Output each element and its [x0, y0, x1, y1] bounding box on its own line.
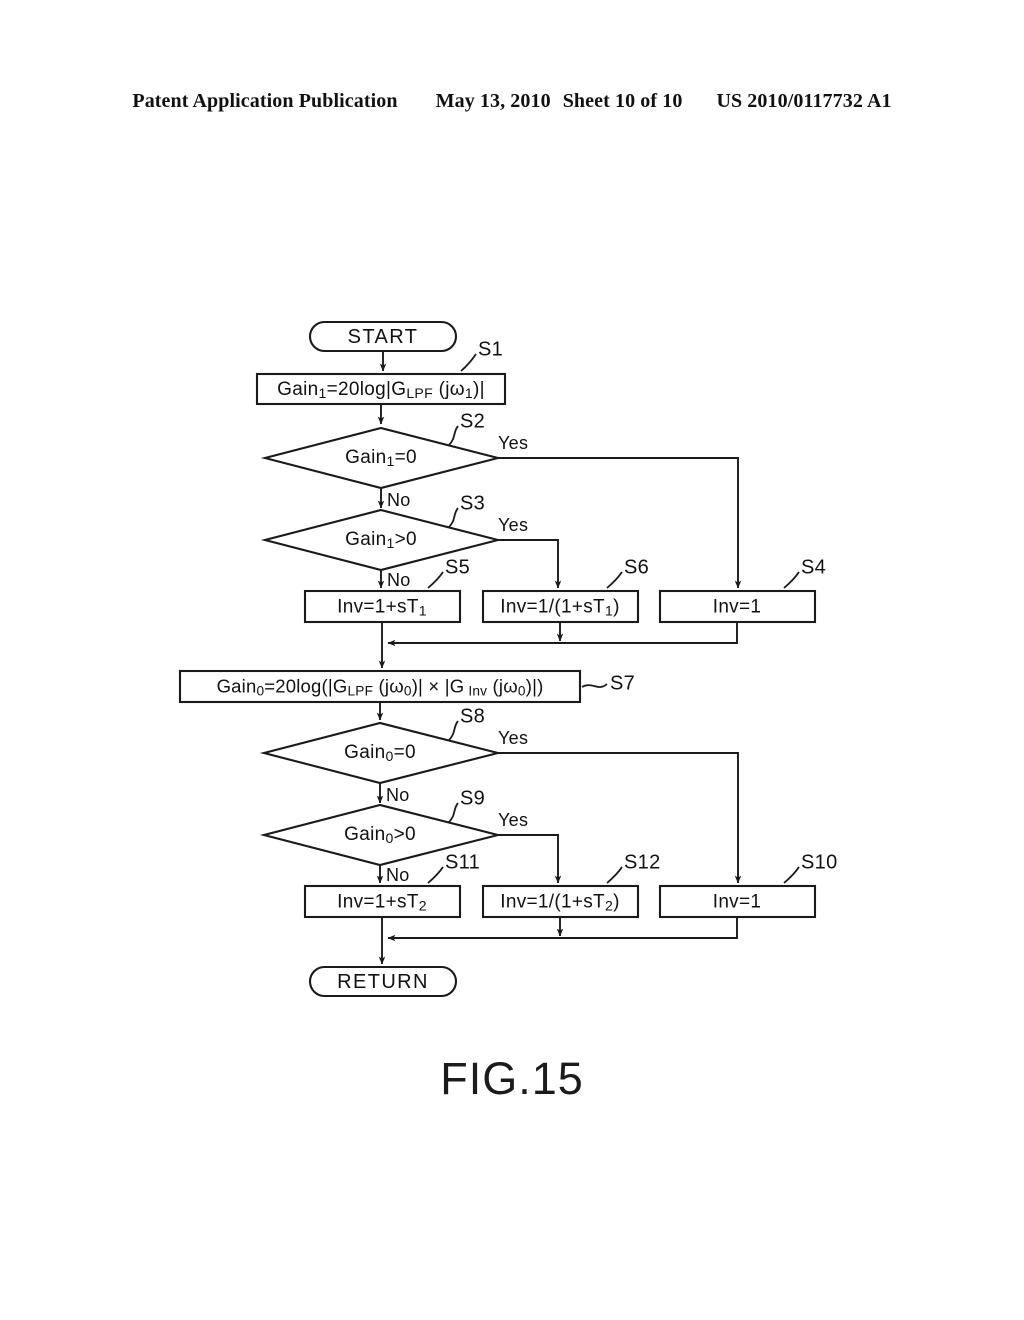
node-s9-text: Gain0>0 [344, 824, 416, 846]
step-label-s9: S9 [460, 787, 485, 809]
branch-label-s9-no: No [386, 865, 410, 885]
branch-label-s8-yes: Yes [498, 728, 528, 748]
node-s6-text: Inv=1/(1+sT1) [500, 597, 619, 619]
node-s7-text: Gain0=20log(|GLPF (jω0)| × |G Inv (jω0)|… [217, 675, 544, 698]
step-label-s5: S5 [445, 556, 470, 578]
node-s8: Gain0=0 S8 Yes [259, 705, 528, 785]
step-label-s6: S6 [624, 556, 649, 578]
header-sheet: Sheet 10 of 10 [562, 89, 683, 112]
figure-caption: FIG.15 [440, 1053, 584, 1104]
leader-s5 [427, 571, 444, 589]
leader-s2 [448, 425, 459, 446]
leader-s12 [606, 866, 623, 884]
node-s4: Inv=1 S4 [658, 556, 826, 624]
branch-label-s9-yes: Yes [498, 810, 528, 830]
terminal-return: RETURN [308, 965, 458, 998]
node-s6: Inv=1/(1+sT1) S6 [481, 556, 649, 624]
leader-s6 [606, 571, 623, 589]
node-s4-text: Inv=1 [713, 597, 762, 618]
leader-s1 [460, 353, 477, 372]
branch-label-s3-no: No [387, 570, 411, 590]
connector-s9-yes-to-s12 [498, 834, 562, 884]
node-s8-text: Gain0=0 [344, 742, 416, 764]
step-label-s12: S12 [624, 851, 661, 873]
step-label-s10: S10 [801, 851, 838, 873]
connector-s8-yes-to-s10 [498, 752, 742, 884]
leader-s4 [783, 571, 800, 589]
patent-page: Patent Application Publication May 13, 2… [0, 0, 1024, 1320]
leader-s7 [581, 683, 608, 688]
node-s11-text: Inv=1+sT2 [337, 892, 427, 914]
connector-s3-yes-to-s6 [498, 539, 562, 589]
connector-s10-merge [387, 917, 738, 942]
node-s10: Inv=1 S10 [658, 851, 838, 919]
figure-15: START Gain1=20log|GLPF (jω1)| S1 Gain1=0 [0, 280, 1024, 1020]
node-s10-text: Inv=1 [713, 892, 762, 913]
step-label-s2: S2 [460, 410, 485, 432]
connector-s4-merge [387, 622, 738, 647]
step-label-s8: S8 [460, 705, 485, 727]
leader-s11 [427, 866, 444, 884]
node-s1-text: Gain1=20log|GLPF (jω1)| [277, 379, 485, 401]
terminal-start: START [308, 320, 458, 353]
step-label-s4: S4 [801, 556, 826, 578]
branch-label-s8-no: No [386, 785, 410, 805]
step-label-s7: S7 [610, 672, 635, 694]
header-date: May 13, 2010 [435, 89, 551, 112]
node-s12: Inv=1/(1+sT2) S12 [481, 851, 661, 919]
leader-s3 [448, 507, 459, 528]
step-label-s11: S11 [445, 851, 480, 873]
terminal-start-label: START [348, 326, 419, 348]
node-s5-text: Inv=1+sT1 [337, 597, 427, 619]
step-label-s3: S3 [460, 492, 485, 514]
node-s1: Gain1=20log|GLPF (jω1)| S1 [255, 338, 507, 406]
page-header: Patent Application Publication May 13, 2… [0, 84, 1024, 118]
step-label-s1: S1 [478, 338, 503, 360]
node-s3-text: Gain1>0 [345, 529, 417, 551]
terminal-return-label: RETURN [337, 971, 429, 993]
node-s7: Gain0=20log(|GLPF (jω0)| × |G Inv (jω0)|… [178, 669, 635, 704]
leader-s9 [448, 802, 459, 823]
leader-s10 [783, 866, 800, 884]
leader-s8 [448, 720, 459, 741]
header-publication: Patent Application Publication [132, 89, 398, 112]
header-patent-number: US 2010/0117732 A1 [716, 89, 892, 112]
branch-label-s2-no: No [387, 490, 411, 510]
branch-label-s2-yes: Yes [498, 433, 528, 453]
flowchart-diagram: START Gain1=20log|GLPF (jω1)| S1 Gain1=0 [178, 320, 838, 998]
node-s12-text: Inv=1/(1+sT2) [500, 892, 619, 914]
connector-s2-yes-to-s4 [498, 457, 742, 589]
node-s2: Gain1=0 S2 Yes [260, 410, 528, 490]
branch-label-s3-yes: Yes [498, 515, 528, 535]
node-s2-text: Gain1=0 [345, 447, 417, 469]
